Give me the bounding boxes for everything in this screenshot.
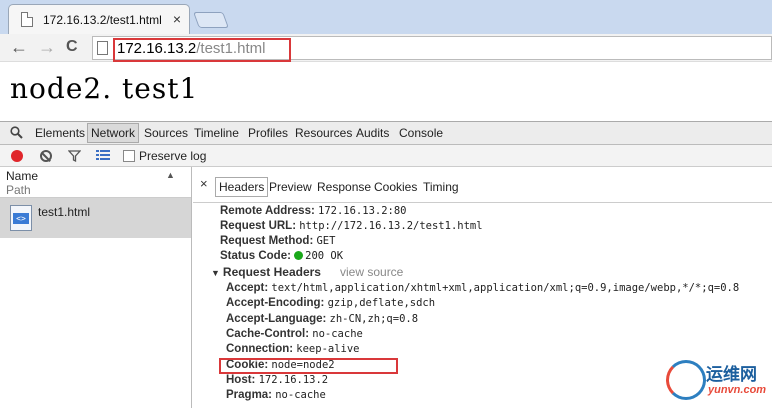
view-source-link[interactable]: view source [340, 265, 403, 279]
list-view-icon[interactable] [96, 149, 110, 161]
network-toolbar: Preserve log [0, 145, 772, 167]
header-key: Request Method: [220, 235, 314, 247]
page-icon [21, 12, 33, 27]
request-header-row: Accept-Encoding: gzip,deflate,sdch [226, 297, 435, 309]
url-highlight-box [113, 38, 291, 62]
header-value: http://172.16.13.2/test1.html [299, 220, 483, 232]
tab-profiles[interactable]: Profiles [248, 126, 288, 140]
html-file-icon: <> [10, 205, 32, 231]
tab-cookies[interactable]: Cookies [374, 180, 417, 194]
tab-network[interactable]: Network [87, 123, 140, 143]
page-icon [97, 41, 108, 55]
tab-headers[interactable]: Headers [215, 177, 269, 197]
tab-title: 172.16.13.2/test1.html [43, 13, 162, 27]
clear-icon[interactable] [40, 150, 52, 162]
header-key: Accept-Language: [226, 313, 327, 325]
back-button[interactable]: ← [10, 37, 28, 57]
request-header-row: Accept-Language: zh-CN,zh;q=0.8 [226, 313, 418, 325]
header-value: GET [316, 235, 336, 247]
devtools-tabbar: Elements Network Sources Timeline Profil… [0, 121, 772, 145]
request-header-row: Host: 172.16.13.2 [226, 374, 328, 386]
header-key: Connection: [226, 343, 294, 355]
browser-tab[interactable]: 172.16.13.2/test1.html × [8, 4, 190, 34]
general-row: Remote Address: 172.16.13.2:80 [220, 205, 407, 217]
tab-preview[interactable]: Preview [269, 180, 312, 194]
header-value: keep-alive [296, 343, 360, 355]
request-list: Name Path ▲ <> test1.html [0, 167, 192, 408]
tab-audits[interactable]: Audits [356, 126, 389, 140]
cookie-highlight-box [219, 358, 398, 374]
request-header-row: Cache-Control: no-cache [226, 328, 363, 340]
tab-sources[interactable]: Sources [144, 126, 188, 140]
tab-response[interactable]: Response [317, 180, 371, 194]
new-tab-button[interactable] [193, 12, 229, 28]
column-header[interactable]: Name Path ▲ [0, 167, 191, 198]
general-row: Status Code: 200 OK [220, 250, 343, 262]
tab-timing[interactable]: Timing [423, 180, 459, 194]
request-row[interactable]: <> test1.html [0, 198, 191, 238]
close-icon[interactable]: × [200, 176, 208, 191]
header-value: gzip,deflate,sdch [327, 297, 436, 309]
page-heading: node2. test1 [10, 72, 199, 105]
browser-tabstrip: 172.16.13.2/test1.html × [0, 0, 772, 34]
status-ok-icon [294, 251, 304, 260]
address-bar[interactable]: 172.16.13.2/test1.html [92, 36, 772, 62]
preserve-log-label: Preserve log [139, 149, 207, 163]
general-row: Request URL: http://172.16.13.2/test1.ht… [220, 220, 483, 232]
watermark-cn: 运维网 [706, 365, 757, 385]
search-icon[interactable] [10, 126, 23, 139]
header-key: Accept-Encoding: [226, 297, 325, 309]
header-key: Remote Address: [220, 205, 315, 217]
header-value: 200 OK [305, 250, 344, 262]
sort-ascending-icon[interactable]: ▲ [166, 170, 175, 180]
watermark-logo-icon [666, 360, 706, 400]
close-tab-icon[interactable]: × [173, 11, 181, 27]
request-name: test1.html [38, 205, 91, 219]
preserve-log-checkbox[interactable] [123, 150, 135, 162]
header-key: Host: [226, 374, 256, 386]
forward-button[interactable]: → [38, 37, 56, 57]
tab-timeline[interactable]: Timeline [194, 126, 239, 140]
reload-button[interactable]: C [66, 37, 78, 57]
header-key: Cache-Control: [226, 328, 310, 340]
header-value: text/html,application/xhtml+xml,applicat… [271, 282, 740, 294]
header-value: zh-CN,zh;q=0.8 [329, 313, 419, 325]
header-value: no-cache [275, 389, 326, 401]
expand-triangle-icon: ▼ [211, 268, 220, 278]
header-key: Accept: [226, 282, 269, 294]
request-header-row: Accept: text/html,application/xhtml+xml,… [226, 282, 739, 294]
request-header-row: Connection: keep-alive [226, 343, 360, 355]
header-key: Request URL: [220, 220, 297, 232]
browser-toolbar: ← → C 172.16.13.2/test1.html [0, 34, 772, 62]
header-key: Pragma: [226, 389, 273, 401]
column-path-label: Path [6, 183, 31, 197]
header-value: 172.16.13.2:80 [318, 205, 407, 217]
column-name-label: Name [6, 169, 39, 183]
filter-icon[interactable] [68, 150, 81, 162]
detail-tabbar: × Headers Preview Response Cookies Timin… [193, 167, 772, 203]
header-value: 172.16.13.2 [258, 374, 329, 386]
general-row: Request Method: GET [220, 235, 335, 247]
tab-console[interactable]: Console [399, 126, 443, 140]
record-icon[interactable] [11, 150, 23, 162]
section-title: Request Headers [222, 265, 321, 279]
header-value: no-cache [312, 328, 363, 340]
watermark: 运维网 yunvn.com [666, 360, 772, 408]
tab-resources[interactable]: Resources [295, 126, 352, 140]
request-headers-toggle[interactable]: ▼ Request Headers [211, 265, 321, 279]
request-header-row: Pragma: no-cache [226, 389, 326, 401]
tab-elements[interactable]: Elements [35, 126, 85, 140]
header-key: Status Code: [220, 250, 291, 262]
watermark-en: yunvn.com [708, 384, 767, 396]
